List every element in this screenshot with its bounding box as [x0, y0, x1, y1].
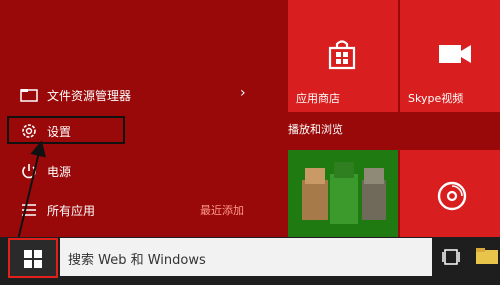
tile-music[interactable] [400, 150, 500, 237]
tile-label: Skype视频 [408, 92, 464, 105]
tile-xbox-game[interactable] [288, 150, 398, 237]
task-view-icon [442, 249, 460, 265]
video-camera-icon [438, 42, 472, 66]
search-placeholder: 搜索 Web 和 Windows [68, 253, 206, 268]
tile-skype-video[interactable]: Skype视频 [400, 0, 500, 112]
tile-store[interactable]: 应用商店 [288, 0, 398, 112]
tile-label: 应用商店 [296, 92, 340, 105]
music-disc-icon [436, 180, 468, 212]
search-box[interactable]: 搜索 Web 和 Windows [60, 238, 432, 276]
start-button[interactable] [8, 238, 58, 278]
app-icon [476, 248, 498, 266]
game-characters-image [288, 150, 398, 237]
task-view-button[interactable] [436, 238, 466, 276]
store-icon [326, 38, 358, 70]
windows-logo-icon [24, 250, 42, 268]
tile-group-label: 播放和浏览 [288, 123, 343, 136]
black-arrow [17, 140, 46, 241]
taskbar-app-button[interactable] [472, 238, 500, 276]
